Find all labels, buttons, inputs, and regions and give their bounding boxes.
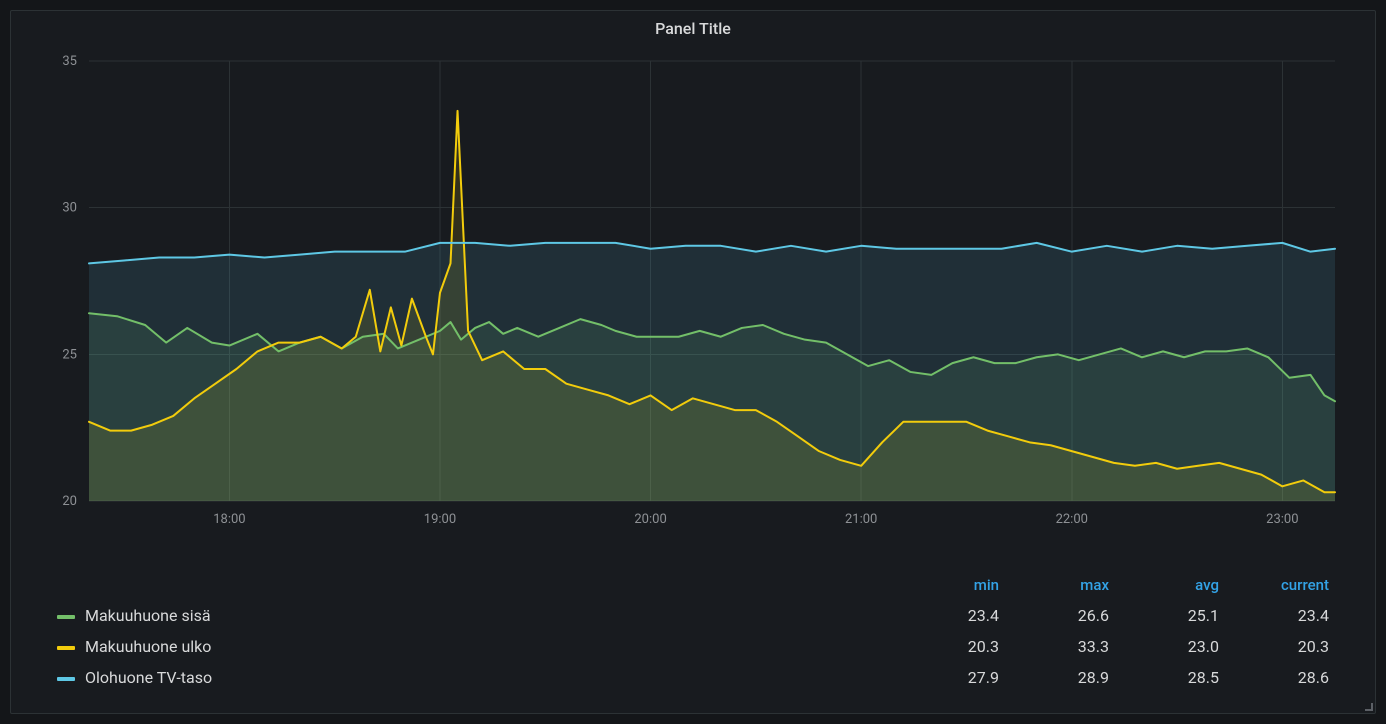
svg-text:20: 20: [62, 494, 77, 509]
legend-row[interactable]: Makuuhuone sisä23.426.625.123.4: [47, 600, 1339, 631]
svg-text:18:00: 18:00: [213, 512, 245, 527]
legend-value-max: 33.3: [1009, 631, 1119, 662]
plot-area[interactable]: 20 25 30 35 18:00 19:00 20:00 21:00 22:00 23:00: [41, 51, 1345, 531]
legend-value-min: 27.9: [899, 662, 1009, 693]
svg-text:30: 30: [62, 201, 77, 216]
legend-value-max: 26.6: [1009, 600, 1119, 631]
svg-text:20:00: 20:00: [634, 512, 666, 527]
legend-value-current: 20.3: [1229, 631, 1339, 662]
series-swatch-icon: [57, 677, 75, 681]
legend-value-current: 28.6: [1229, 662, 1339, 693]
legend-series-name[interactable]: Makuuhuone sisä: [47, 600, 899, 631]
series-swatch-icon: [57, 646, 75, 650]
resize-handle-icon[interactable]: [1363, 701, 1373, 711]
series-swatch-icon: [57, 615, 75, 619]
legend-header-avg[interactable]: avg: [1119, 570, 1229, 600]
legend-table: min max avg current Makuuhuone sisä23.42…: [47, 570, 1339, 693]
legend-value-avg: 28.5: [1119, 662, 1229, 693]
line-chart: 20 25 30 35 18:00 19:00 20:00 21:00 22:00 23:00: [41, 51, 1345, 531]
legend-value-min: 23.4: [899, 600, 1009, 631]
legend-series-name[interactable]: Olohuone TV-taso: [47, 662, 899, 693]
legend: min max avg current Makuuhuone sisä23.42…: [47, 570, 1339, 693]
legend-header-current[interactable]: current: [1229, 570, 1339, 600]
svg-text:21:00: 21:00: [845, 512, 877, 527]
panel-title: Panel Title: [11, 11, 1375, 49]
legend-value-max: 28.9: [1009, 662, 1119, 693]
svg-text:25: 25: [62, 347, 77, 362]
svg-text:35: 35: [62, 54, 77, 69]
legend-row[interactable]: Olohuone TV-taso27.928.928.528.6: [47, 662, 1339, 693]
chart-panel: Panel Title 20 25 30 35 18:00 19:00 20:00 21:00…: [10, 10, 1376, 714]
legend-series-name[interactable]: Makuuhuone ulko: [47, 631, 899, 662]
svg-text:22:00: 22:00: [1056, 512, 1088, 527]
legend-value-min: 20.3: [899, 631, 1009, 662]
svg-text:23:00: 23:00: [1266, 512, 1298, 527]
legend-row[interactable]: Makuuhuone ulko20.333.323.020.3: [47, 631, 1339, 662]
legend-value-avg: 23.0: [1119, 631, 1229, 662]
legend-header-max[interactable]: max: [1009, 570, 1119, 600]
svg-text:19:00: 19:00: [424, 512, 456, 527]
legend-value-avg: 25.1: [1119, 600, 1229, 631]
legend-header-min[interactable]: min: [899, 570, 1009, 600]
legend-value-current: 23.4: [1229, 600, 1339, 631]
